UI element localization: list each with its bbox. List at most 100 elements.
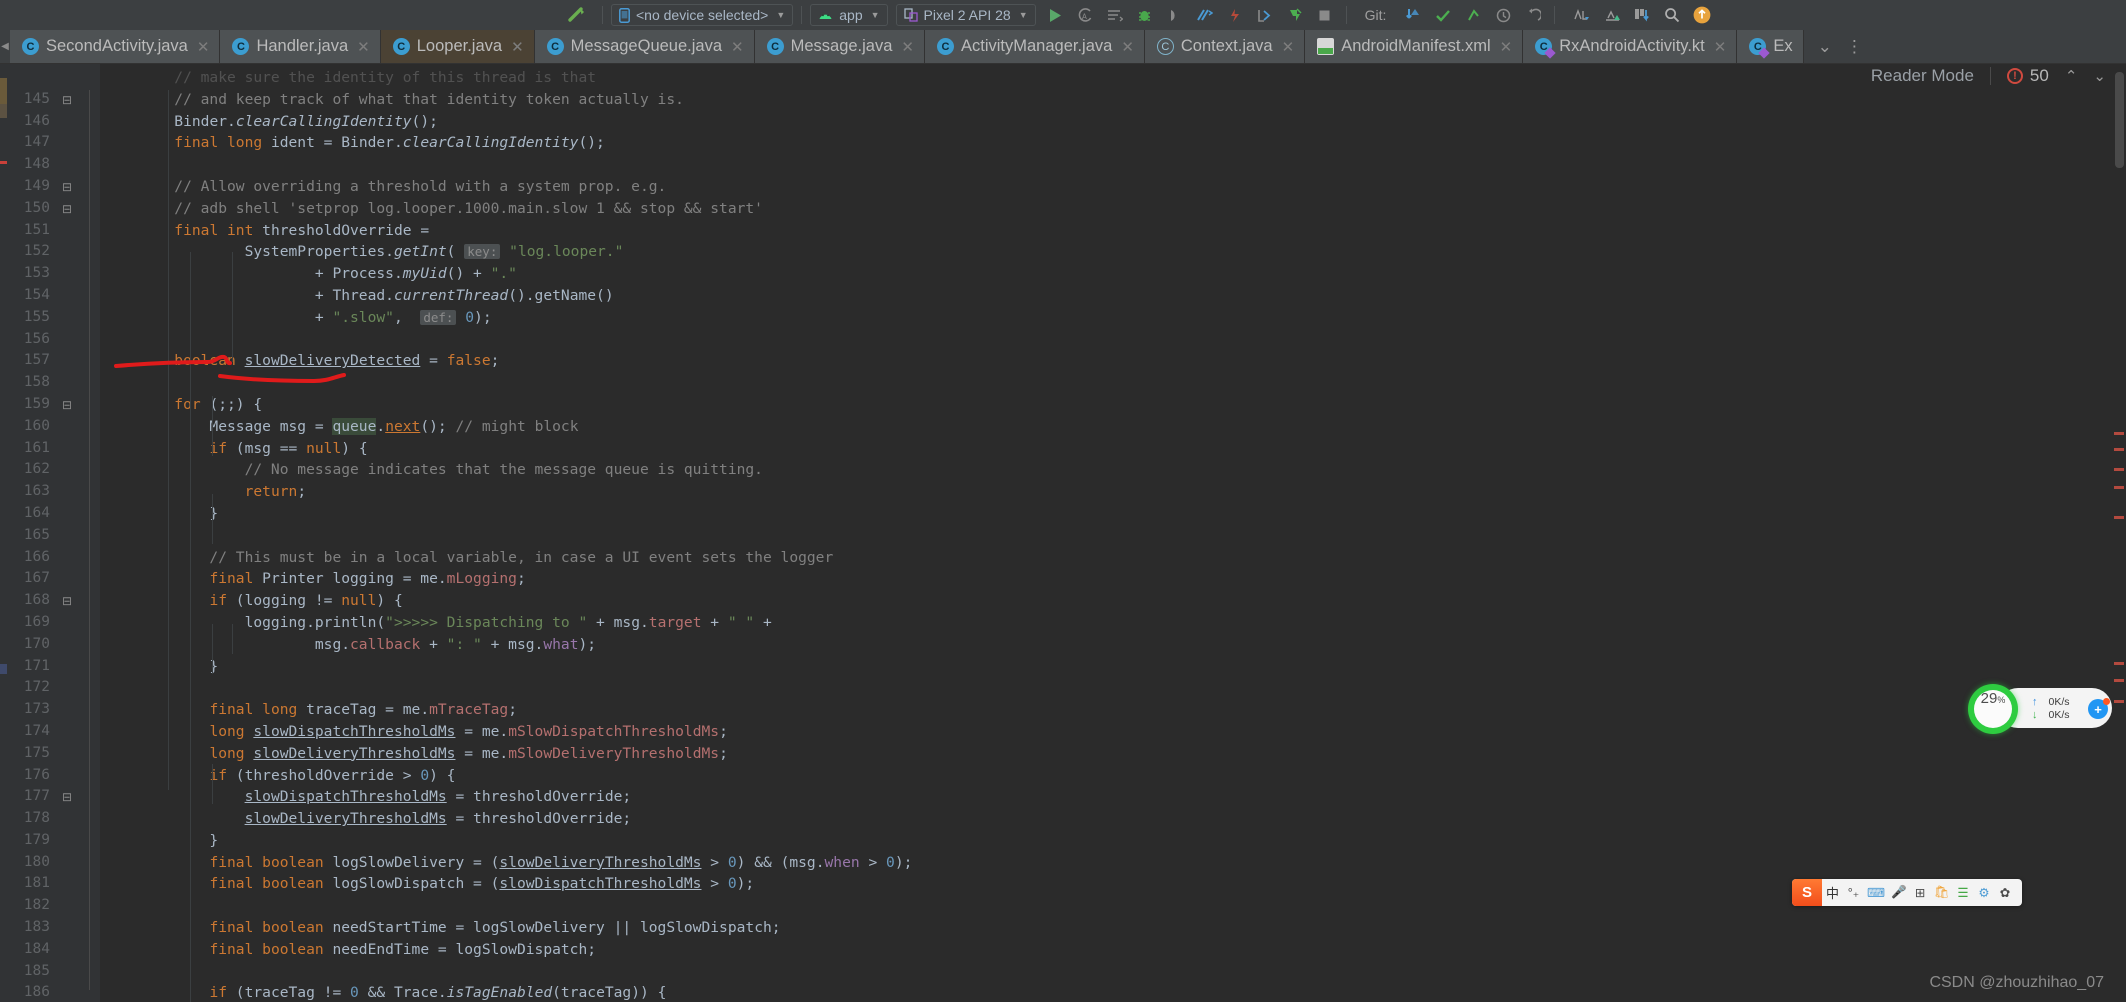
sogou-ime-logo-icon[interactable]: S bbox=[1792, 879, 1822, 906]
code-line[interactable]: + ".slow", def: 0); bbox=[104, 307, 2126, 329]
close-icon[interactable]: ✕ bbox=[1500, 38, 1513, 56]
run-config-selector[interactable]: app ▼ bbox=[810, 4, 888, 26]
chevron-up-icon[interactable]: ⌃ bbox=[2065, 67, 2078, 85]
fold-toggle-icon[interactable]: ⊟ bbox=[62, 398, 72, 412]
extras-icon[interactable]: ✿ bbox=[1995, 879, 2016, 906]
fold-toggle-icon[interactable]: ⊟ bbox=[62, 180, 72, 194]
tab-scroll-left-icon[interactable]: ◀ bbox=[0, 30, 10, 63]
stripe-error-mark[interactable] bbox=[2114, 679, 2124, 682]
close-icon[interactable]: ✕ bbox=[197, 38, 210, 56]
code-line[interactable]: // make sure the identity of this thread… bbox=[104, 67, 2126, 89]
code-line[interactable]: if (logging != null) { bbox=[104, 590, 2126, 612]
language-mode-icon[interactable]: 中 bbox=[1822, 879, 1843, 906]
close-icon[interactable]: ✕ bbox=[1282, 38, 1295, 56]
tab-messagequeue-java[interactable]: C MessageQueue.java ✕ bbox=[534, 30, 755, 63]
run-icon[interactable] bbox=[1042, 4, 1068, 26]
close-icon[interactable]: ✕ bbox=[1121, 38, 1134, 56]
close-icon[interactable]: ✕ bbox=[357, 38, 370, 56]
stripe-error-mark[interactable] bbox=[2114, 700, 2124, 703]
code-line[interactable] bbox=[104, 329, 2126, 351]
fold-toggle-icon[interactable]: ⊟ bbox=[62, 790, 72, 804]
fold-toggle-icon[interactable]: ⊟ bbox=[62, 93, 72, 107]
update-project-icon[interactable] bbox=[1400, 4, 1426, 26]
code-line[interactable]: long slowDeliveryThresholdMs = me.mSlowD… bbox=[104, 743, 2126, 765]
keyboard-icon[interactable]: ⌨ bbox=[1864, 879, 1888, 906]
code-line[interactable] bbox=[104, 525, 2126, 547]
code-line[interactable] bbox=[104, 154, 2126, 176]
profiler-icon[interactable] bbox=[1102, 4, 1128, 26]
code-line[interactable]: Message msg = queue.next(); // might blo… bbox=[104, 416, 2126, 438]
rollback-icon[interactable] bbox=[1520, 4, 1546, 26]
code-line[interactable]: } bbox=[104, 656, 2126, 678]
code-editor[interactable]: 145 146 147 148 149 150 151 152 153 154 155 156 157 1… bbox=[0, 64, 2126, 1002]
code-line[interactable]: } bbox=[104, 503, 2126, 525]
tab-handler-java[interactable]: C Handler.java ✕ bbox=[220, 30, 381, 63]
code-line[interactable]: if (thresholdOverride > 0) { bbox=[104, 765, 2126, 787]
close-icon[interactable]: ✕ bbox=[731, 38, 744, 56]
reader-mode-label[interactable]: Reader Mode bbox=[1871, 66, 1974, 86]
code-line[interactable]: Binder.clearCallingIdentity(); bbox=[104, 111, 2126, 133]
stripe-error-mark[interactable] bbox=[2114, 662, 2124, 665]
stripe-error-mark[interactable] bbox=[2114, 448, 2124, 451]
toolbox-icon[interactable]: ☰ bbox=[1953, 879, 1974, 906]
tab-secondactivity-java[interactable]: C SecondActivity.java ✕ bbox=[10, 30, 221, 63]
code-line[interactable]: boolean slowDeliveryDetected = false; bbox=[104, 350, 2126, 372]
error-stripe-scrollbar[interactable] bbox=[2112, 64, 2126, 1002]
skin-store-icon[interactable]: 🛍 bbox=[1931, 879, 1953, 906]
sdk-manager-icon[interactable] bbox=[1599, 4, 1625, 26]
stop-gradle-icon[interactable] bbox=[1282, 4, 1308, 26]
device-selector[interactable]: <no device selected> ▼ bbox=[611, 4, 794, 26]
tab-rxandroidactivity-kt[interactable]: C RxAndroidActivity.kt ✕ bbox=[1523, 30, 1738, 63]
voice-input-icon[interactable]: 🎤 bbox=[1888, 879, 1910, 906]
project-structure-icon[interactable] bbox=[1629, 4, 1655, 26]
settings-icon[interactable]: ⚙ bbox=[1974, 879, 1995, 906]
attach-debugger-icon[interactable] bbox=[1162, 4, 1188, 26]
code-line[interactable]: final boolean logSlowDelivery = (slowDel… bbox=[104, 852, 2126, 874]
tab-context-java[interactable]: C Context.java ✕ bbox=[1144, 30, 1306, 63]
coverage-icon[interactable]: A bbox=[1072, 4, 1098, 26]
code-line[interactable]: // No message indicates that the message… bbox=[104, 459, 2126, 481]
code-line[interactable]: return; bbox=[104, 481, 2126, 503]
editor-gutter[interactable]: 145 146 147 148 149 150 151 152 153 154 155 156 157 1… bbox=[0, 64, 100, 1002]
code-line[interactable]: } bbox=[104, 830, 2126, 852]
code-line[interactable]: final long ident = Binder.clearCallingId… bbox=[104, 132, 2126, 154]
code-line[interactable]: if (msg == null) { bbox=[104, 438, 2126, 460]
close-icon[interactable]: ✕ bbox=[901, 38, 914, 56]
code-line[interactable]: logging.println(">>>>> Dispatching to " … bbox=[104, 612, 2126, 634]
code-line[interactable]: long slowDispatchThresholdMs = me.mSlowD… bbox=[104, 721, 2126, 743]
fold-toggle-icon[interactable]: ⊟ bbox=[62, 202, 72, 216]
push-icon[interactable] bbox=[1460, 4, 1486, 26]
tab-message-java[interactable]: C Message.java ✕ bbox=[754, 30, 925, 63]
close-icon[interactable]: ✕ bbox=[511, 38, 524, 56]
tab-androidmanifest-xml[interactable]: AndroidManifest.xml ✕ bbox=[1305, 30, 1524, 63]
avd-manager-icon[interactable] bbox=[1569, 4, 1595, 26]
make-project-icon[interactable] bbox=[560, 0, 594, 30]
code-line[interactable]: if (traceTag != 0 && Trace.isTagEnabled(… bbox=[104, 982, 2126, 1002]
tab-looper-java[interactable]: C Looper.java ✕ bbox=[380, 30, 535, 63]
emulator-selector[interactable]: Pixel 2 API 28 ▼ bbox=[895, 4, 1036, 26]
code-line[interactable]: SystemProperties.getInt( key: "log.loope… bbox=[104, 241, 2126, 263]
code-line[interactable] bbox=[104, 372, 2126, 394]
code-line[interactable]: final boolean needStartTime = logSlowDel… bbox=[104, 917, 2126, 939]
scrollbar-thumb[interactable] bbox=[2115, 72, 2124, 168]
code-line[interactable]: + Thread.currentThread().getName() bbox=[104, 285, 2126, 307]
code-line[interactable]: final int thresholdOverride = bbox=[104, 220, 2126, 242]
tab-ex-kt[interactable]: C Ex bbox=[1737, 30, 1804, 63]
handwriting-icon[interactable]: ⊞ bbox=[1910, 879, 1931, 906]
apply-code-changes-icon[interactable] bbox=[1222, 4, 1248, 26]
user-avatar[interactable] bbox=[1689, 4, 1715, 26]
code-line[interactable]: final boolean needEndTime = logSlowDispa… bbox=[104, 939, 2126, 961]
code-line[interactable]: // adb shell 'setprop log.looper.1000.ma… bbox=[104, 198, 2126, 220]
code-line[interactable]: // and keep track of what that identity … bbox=[104, 89, 2126, 111]
history-icon[interactable] bbox=[1490, 4, 1516, 26]
chevron-down-icon[interactable]: ⌄ bbox=[1818, 37, 1832, 57]
code-line[interactable]: + Process.myUid() + "." bbox=[104, 263, 2126, 285]
error-count-badge[interactable]: ! 50 bbox=[2006, 66, 2049, 86]
tab-options-icon[interactable]: ⋮ bbox=[1846, 37, 1863, 57]
fold-toggle-icon[interactable]: ⊟ bbox=[62, 594, 72, 608]
code-line[interactable]: slowDispatchThresholdMs = thresholdOverr… bbox=[104, 786, 2126, 808]
cpu-usage-ring[interactable]: 29 % bbox=[1968, 684, 2018, 734]
debug-icon[interactable] bbox=[1132, 4, 1158, 26]
stripe-error-mark[interactable] bbox=[2114, 516, 2124, 519]
code-text[interactable]: // make sure the identity of this thread… bbox=[104, 64, 2126, 1002]
